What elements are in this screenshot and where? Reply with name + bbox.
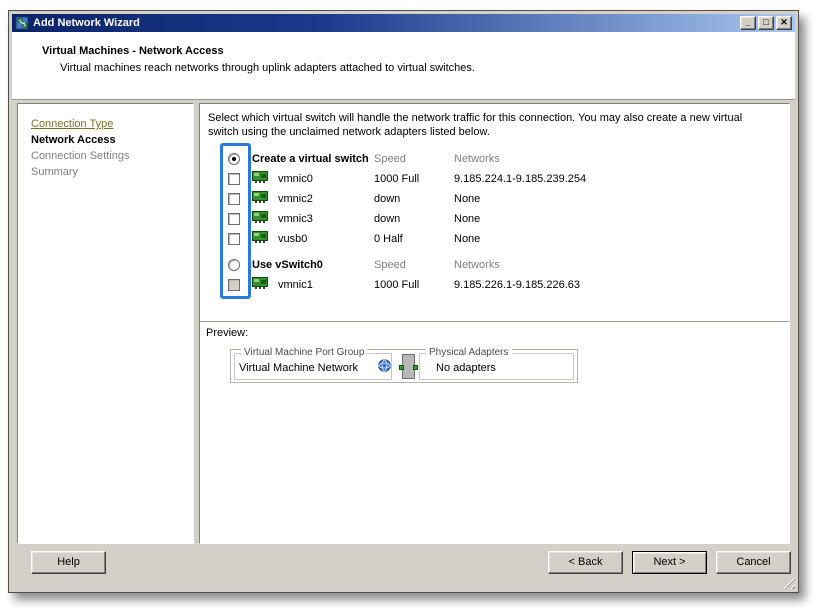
nic-icon	[252, 191, 278, 207]
resize-grip[interactable]	[782, 576, 795, 589]
checkbox-vusb0[interactable]	[228, 233, 240, 245]
vswitch-connector	[399, 354, 418, 379]
add-network-wizard-dialog: Add Network Wizard _ □ ✕ Virtual Machine…	[8, 10, 799, 593]
adapter-speed: 0 Half	[374, 233, 403, 245]
adapter-networks: None	[454, 213, 481, 225]
physical-adapters-box: Physical Adapters No adapters	[419, 347, 574, 380]
nic-icon	[252, 277, 278, 293]
close-button[interactable]: ✕	[776, 16, 792, 30]
adapter-speed: down	[374, 193, 401, 205]
adapter-networks: 9.185.224.1-9.185.239.254	[454, 173, 587, 185]
radio-use-vswitch0[interactable]	[228, 259, 240, 271]
sidebar-item-connection-type[interactable]: Connection Type	[31, 116, 193, 132]
page-title: Virtual Machines - Network Access	[42, 45, 224, 57]
instruction-text: Select which virtual switch will handle …	[208, 112, 743, 138]
adapter-speed: 1000 Full	[374, 173, 420, 185]
adapter-row-vmnic3: vmnic3 down None	[200, 209, 789, 229]
port-pin-icon	[399, 365, 404, 370]
wizard-steps-sidebar: Connection Type Network Access Connectio…	[17, 103, 194, 544]
switch-group-create: Create a virtual switch Speed Networks	[200, 149, 789, 169]
column-header-networks: Networks	[454, 259, 500, 271]
adapter-speed: 1000 Full	[374, 279, 420, 291]
physical-adapters-box-title: Physical Adapters	[426, 347, 512, 358]
adapter-networks: None	[454, 193, 481, 205]
nic-icon	[252, 231, 278, 247]
adapter-row-vmnic2: vmnic2 down None	[200, 189, 789, 209]
desktop: Add Network Wizard _ □ ✕ Virtual Machine…	[0, 0, 820, 608]
sidebar-item-summary: Summary	[31, 166, 79, 178]
cancel-button[interactable]: Cancel	[716, 551, 791, 574]
titlebar[interactable]: Add Network Wizard _ □ ✕	[12, 14, 795, 32]
back-button[interactable]: < Back	[548, 551, 623, 574]
adapter-name: vmnic1	[278, 279, 313, 291]
adapter-name: vmnic0	[278, 173, 313, 185]
column-header-networks: Networks	[454, 153, 500, 165]
network-access-panel: Select which virtual switch will handle …	[199, 103, 790, 544]
next-button[interactable]: Next >	[632, 551, 707, 574]
physical-adapters-value: No adapters	[436, 362, 496, 374]
column-header-speed: Speed	[374, 153, 406, 165]
page-subtitle: Virtual machines reach networks through …	[60, 62, 475, 74]
port-group-box-title: Virtual Machine Port Group	[241, 347, 368, 358]
sidebar-item-connection-settings: Connection Settings	[31, 150, 130, 162]
port-group-box: Virtual Machine Port Group Virtual Machi…	[234, 347, 392, 380]
adapter-networks: None	[454, 233, 481, 245]
column-header-speed: Speed	[374, 259, 406, 271]
window-title: Add Network Wizard	[33, 17, 140, 29]
adapter-row-vmnic1: vmnic1 1000 Full 9.185.226.1-9.185.226.6…	[200, 275, 789, 295]
nic-icon	[252, 171, 278, 187]
wizard-header: Virtual Machines - Network Access Virtua…	[12, 32, 795, 100]
port-group-name: Virtual Machine Network	[239, 362, 359, 374]
wizard-icon	[15, 16, 29, 30]
adapter-name: vmnic3	[278, 213, 313, 225]
checkbox-vmnic1	[228, 279, 240, 291]
adapter-networks: 9.185.226.1-9.185.226.63	[454, 279, 581, 291]
adapter-name: vmnic2	[278, 193, 313, 205]
adapter-row-vmnic0: vmnic0 1000 Full 9.185.224.1-9.185.239.2…	[200, 169, 789, 189]
sidebar-item-network-access: Network Access	[31, 134, 116, 146]
group-label-vswitch0: Use vSwitch0	[252, 259, 323, 271]
radio-create-virtual-switch[interactable]	[228, 153, 240, 165]
uplink-pin-icon	[413, 365, 418, 370]
preview-label: Preview:	[200, 321, 789, 339]
nic-icon	[252, 211, 278, 227]
group-label-create: Create a virtual switch	[252, 153, 369, 165]
adapter-name: vusb0	[278, 233, 308, 245]
maximize-button[interactable]: □	[758, 16, 774, 30]
checkbox-vmnic3[interactable]	[228, 213, 240, 225]
help-button[interactable]: Help	[31, 551, 106, 574]
minimize-button[interactable]: _	[740, 16, 756, 30]
preview-diagram: Virtual Machine Port Group Virtual Machi…	[230, 347, 578, 383]
network-globe-icon	[378, 359, 391, 377]
checkbox-vmnic0[interactable]	[228, 173, 240, 185]
adapter-speed: down	[374, 213, 401, 225]
adapter-row-vusb0: vusb0 0 Half None	[200, 229, 789, 249]
checkbox-vmnic2[interactable]	[228, 193, 240, 205]
switch-group-vswitch0: Use vSwitch0 Speed Networks	[200, 255, 789, 275]
adapter-list: Create a virtual switch Speed Networks v…	[200, 143, 789, 299]
